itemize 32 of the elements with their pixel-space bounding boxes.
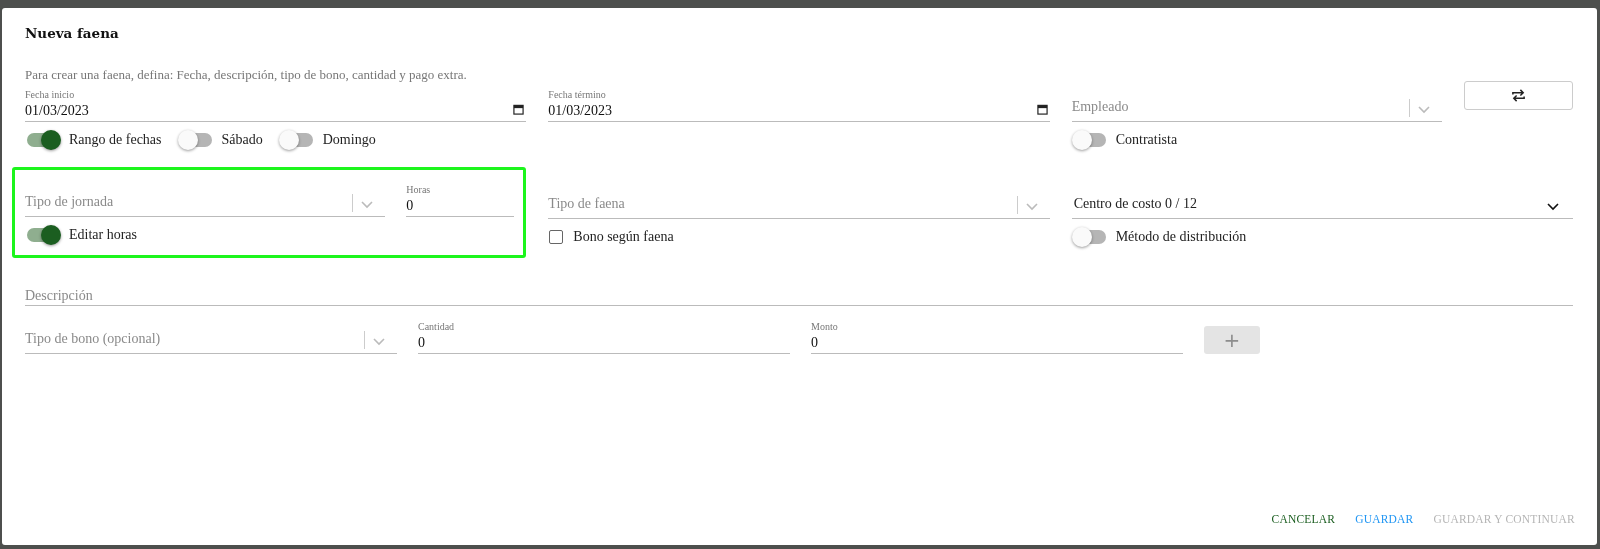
toggle-label: Método de distribución <box>1115 229 1247 245</box>
action-button[interactable]: CANCELAR <box>1261 507 1346 531</box>
field-label: Horas <box>406 184 431 195</box>
toggle-label: Rango de fechas <box>69 132 162 148</box>
toggle-label: Editar horas <box>69 227 138 243</box>
toggle-switch[interactable] <box>280 133 313 147</box>
select-field[interactable]: Empleado <box>1071 99 1405 117</box>
intro-text: Para crear una faena, defina: Fecha, descripción, tipo de bono, cantidad y pago extra. <box>25 67 468 84</box>
toggle-switch[interactable] <box>1073 230 1106 244</box>
select-field[interactable]: Tipo de jornada <box>25 194 349 212</box>
checkbox-label: Bono según faena <box>573 229 674 245</box>
toggle-label: Sábado <box>221 132 263 148</box>
field-label: Fecha término <box>548 89 606 100</box>
select-field[interactable]: Tipo de faena <box>548 196 1013 214</box>
field-label: Monto <box>811 321 838 332</box>
toggle-switch[interactable] <box>179 133 212 147</box>
calendar-icon[interactable] <box>513 104 525 115</box>
select-field[interactable]: Tipo de bono (opcional) <box>25 331 360 349</box>
swap-button[interactable] <box>1464 81 1573 110</box>
toggle-switch[interactable] <box>27 133 59 147</box>
checkbox[interactable] <box>549 230 564 244</box>
select-field[interactable]: Centro de costo 0 / 12 <box>1071 196 1545 214</box>
toggle-switch[interactable] <box>27 228 59 242</box>
field-label: Cantidad <box>418 321 455 332</box>
calendar-icon[interactable] <box>1036 104 1048 115</box>
field-label: Fecha inicio <box>25 89 75 100</box>
toggle-label: Domingo <box>322 132 376 148</box>
swap-arrows-icon <box>1511 88 1526 103</box>
toggle-switch[interactable] <box>1073 133 1106 147</box>
dialog-title: Nueva faena <box>25 25 120 43</box>
toggle-label: Contratista <box>1115 132 1178 148</box>
description-field[interactable]: Descripción <box>25 273 1573 304</box>
